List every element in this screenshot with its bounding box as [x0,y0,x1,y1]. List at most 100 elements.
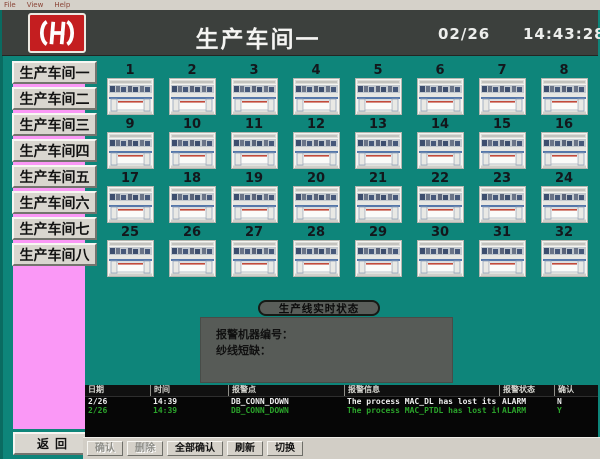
ack-all-button[interactable]: 全部确认 [167,441,223,456]
machine-number: 5 [347,64,409,77]
machine-30[interactable]: 30 [409,226,471,280]
knitting-machine-icon [355,186,402,223]
alarm-table: 日期时间报警点报警信息报警状态确认 2/2614:39DB_CONN_DOWNT… [85,385,598,437]
machine-28[interactable]: 28 [285,226,347,280]
machine-16[interactable]: 16 [533,118,595,172]
machine-number: 10 [161,118,223,131]
sidebar-item-workshop-8[interactable]: 生产车间八 [12,243,97,266]
menu-bar: File View Help [0,0,600,10]
alarm-status-panel: 报警机器编号： 纱线短缺： [200,317,453,383]
menu-item-view[interactable]: View [27,0,44,10]
machine-29[interactable]: 29 [347,226,409,280]
machine-number: 11 [223,118,285,131]
machine-15[interactable]: 15 [471,118,533,172]
sidebar-item-workshop-3[interactable]: 生产车间三 [12,113,97,136]
machine-21[interactable]: 21 [347,172,409,226]
machine-17[interactable]: 17 [99,172,161,226]
knitting-machine-icon [355,132,402,169]
knitting-machine-icon [479,132,526,169]
alarm-table-body: 2/2614:39DB_CONN_DOWNThe process MAC_DL … [85,397,598,415]
machine-number: 6 [409,64,471,77]
machine-number: 30 [409,226,471,239]
alarm-row[interactable]: 2/2614:39DB_CONN_DOWNThe process MAC_DL … [85,397,598,406]
machine-number: 27 [223,226,285,239]
machine-23[interactable]: 23 [471,172,533,226]
alarm-cell-time: 14:39 [150,397,228,406]
alarm-cell-message: The process MAC_DL has lost its d .. [344,397,499,406]
knitting-machine-icon [293,78,340,115]
machine-1[interactable]: 1 [99,64,161,118]
knitting-machine-icon [107,132,154,169]
knitting-machine-icon [541,78,588,115]
alarm-cell-point: DB_CONN_DOWN [228,397,344,406]
machine-number: 26 [161,226,223,239]
machine-8[interactable]: 8 [533,64,595,118]
menu-item-help[interactable]: Help [54,0,70,10]
sidebar-item-workshop-4[interactable]: 生产车间四 [12,139,97,162]
machine-number: 24 [533,172,595,185]
knitting-machine-icon [107,240,154,277]
machine-20[interactable]: 20 [285,172,347,226]
knitting-machine-icon [169,240,216,277]
sidebar-item-workshop-6[interactable]: 生产车间六 [12,191,97,214]
header-date: 02/26 [438,25,490,43]
alarm-cell-message: The process MAC_PTDL has lost its .. [344,406,499,415]
machine-number: 9 [99,118,161,131]
machine-10[interactable]: 10 [161,118,223,172]
knitting-machine-icon [231,132,278,169]
machine-18[interactable]: 18 [161,172,223,226]
machine-7[interactable]: 7 [471,64,533,118]
knitting-machine-icon [541,186,588,223]
alarm-table-header: 日期时间报警点报警信息报警状态确认 [85,385,598,397]
ack-button[interactable]: 确认 [87,441,123,456]
knitting-machine-icon [417,240,464,277]
alarm-column-header: 日期 [85,385,150,396]
sidebar-item-workshop-2[interactable]: 生产车间二 [12,87,97,110]
machine-number: 23 [471,172,533,185]
alarm-machine-number-label: 报警机器编号： [216,327,452,343]
alarm-cell-status: ALARM [499,406,554,415]
knitting-machine-icon [169,186,216,223]
sidebar-item-workshop-7[interactable]: 生产车间七 [12,217,97,240]
alarm-column-header: 报警信息 [344,385,499,396]
sidebar-item-workshop-5[interactable]: 生产车间五 [12,165,97,188]
machine-4[interactable]: 4 [285,64,347,118]
alarm-cell-ack: N [554,397,598,406]
machine-number: 20 [285,172,347,185]
machine-6[interactable]: 6 [409,64,471,118]
machine-5[interactable]: 5 [347,64,409,118]
machine-number: 1 [99,64,161,77]
machine-13[interactable]: 13 [347,118,409,172]
machine-9[interactable]: 9 [99,118,161,172]
machine-number: 8 [533,64,595,77]
delete-button[interactable]: 删除 [127,441,163,456]
alarm-cell-date: 2/26 [85,406,150,415]
knitting-machine-icon [541,240,588,277]
brand-h-logo-glyph [37,19,77,47]
machine-32[interactable]: 32 [533,226,595,280]
machine-14[interactable]: 14 [409,118,471,172]
machine-25[interactable]: 25 [99,226,161,280]
menu-item-file[interactable]: File [4,0,16,10]
machine-number: 17 [99,172,161,185]
machine-26[interactable]: 26 [161,226,223,280]
line-status-title: 生产线实时状态 [258,300,380,316]
machine-19[interactable]: 19 [223,172,285,226]
alarm-row[interactable]: 2/2614:39DB_CONN_DOWNThe process MAC_PTD… [85,406,598,415]
machine-31[interactable]: 31 [471,226,533,280]
machine-2[interactable]: 2 [161,64,223,118]
machine-11[interactable]: 11 [223,118,285,172]
machine-27[interactable]: 27 [223,226,285,280]
sidebar-item-workshop-1[interactable]: 生产车间一 [12,61,97,84]
machine-22[interactable]: 22 [409,172,471,226]
machine-3[interactable]: 3 [223,64,285,118]
knitting-machine-icon [231,186,278,223]
refresh-button[interactable]: 刷新 [227,441,263,456]
switch-button[interactable]: 切换 [267,441,303,456]
machine-number: 12 [285,118,347,131]
machine-number: 29 [347,226,409,239]
machine-12[interactable]: 12 [285,118,347,172]
page-title: 生产车间一 [152,20,364,54]
machine-24[interactable]: 24 [533,172,595,226]
machine-number: 4 [285,64,347,77]
